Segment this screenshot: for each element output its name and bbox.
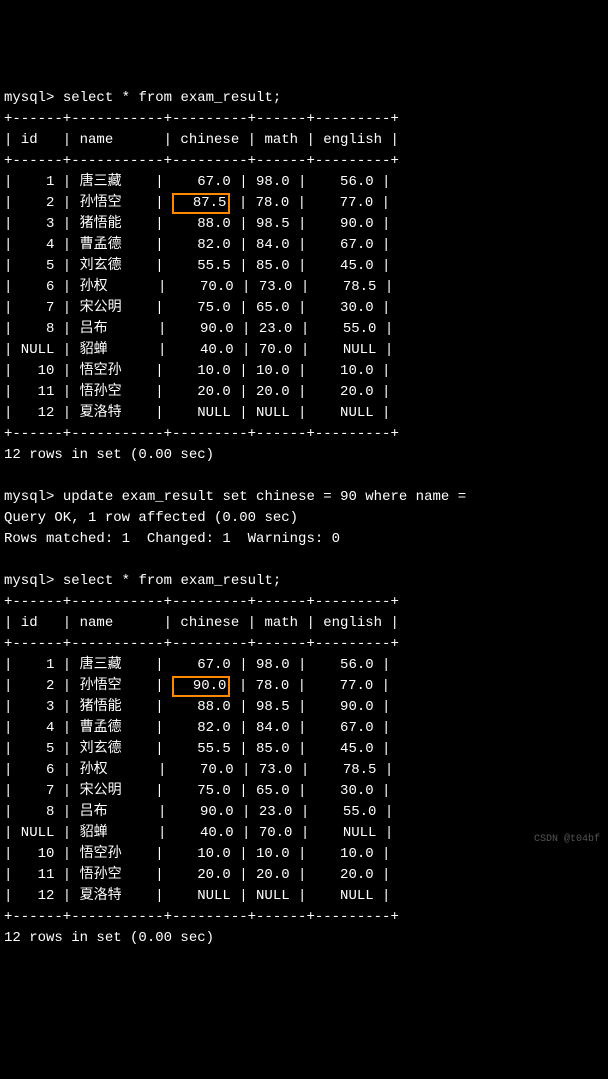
- mysql-prompt: mysql>: [4, 489, 54, 505]
- query-ok-message: Query OK, 1 row affected (0.00 sec): [4, 510, 298, 526]
- result-table-1: +------+-----------+---------+------+---…: [4, 111, 399, 442]
- mysql-prompt: mysql>: [4, 573, 54, 589]
- sql-query[interactable]: select * from exam_result;: [63, 90, 281, 106]
- sql-query[interactable]: select * from exam_result;: [63, 573, 281, 589]
- rows-summary: 12 rows in set (0.00 sec): [4, 447, 214, 463]
- rows-summary: 12 rows in set (0.00 sec): [4, 930, 214, 946]
- sql-update-query[interactable]: update exam_result set chinese = 90 wher…: [63, 489, 466, 505]
- rows-matched-message: Rows matched: 1 Changed: 1 Warnings: 0: [4, 531, 340, 547]
- terminal-output: mysql> select * from exam_result; +-----…: [4, 88, 608, 949]
- result-table-2: +------+-----------+---------+------+---…: [4, 594, 399, 925]
- mysql-prompt: mysql>: [4, 90, 54, 106]
- watermark: CSDN @t04bf: [534, 832, 600, 847]
